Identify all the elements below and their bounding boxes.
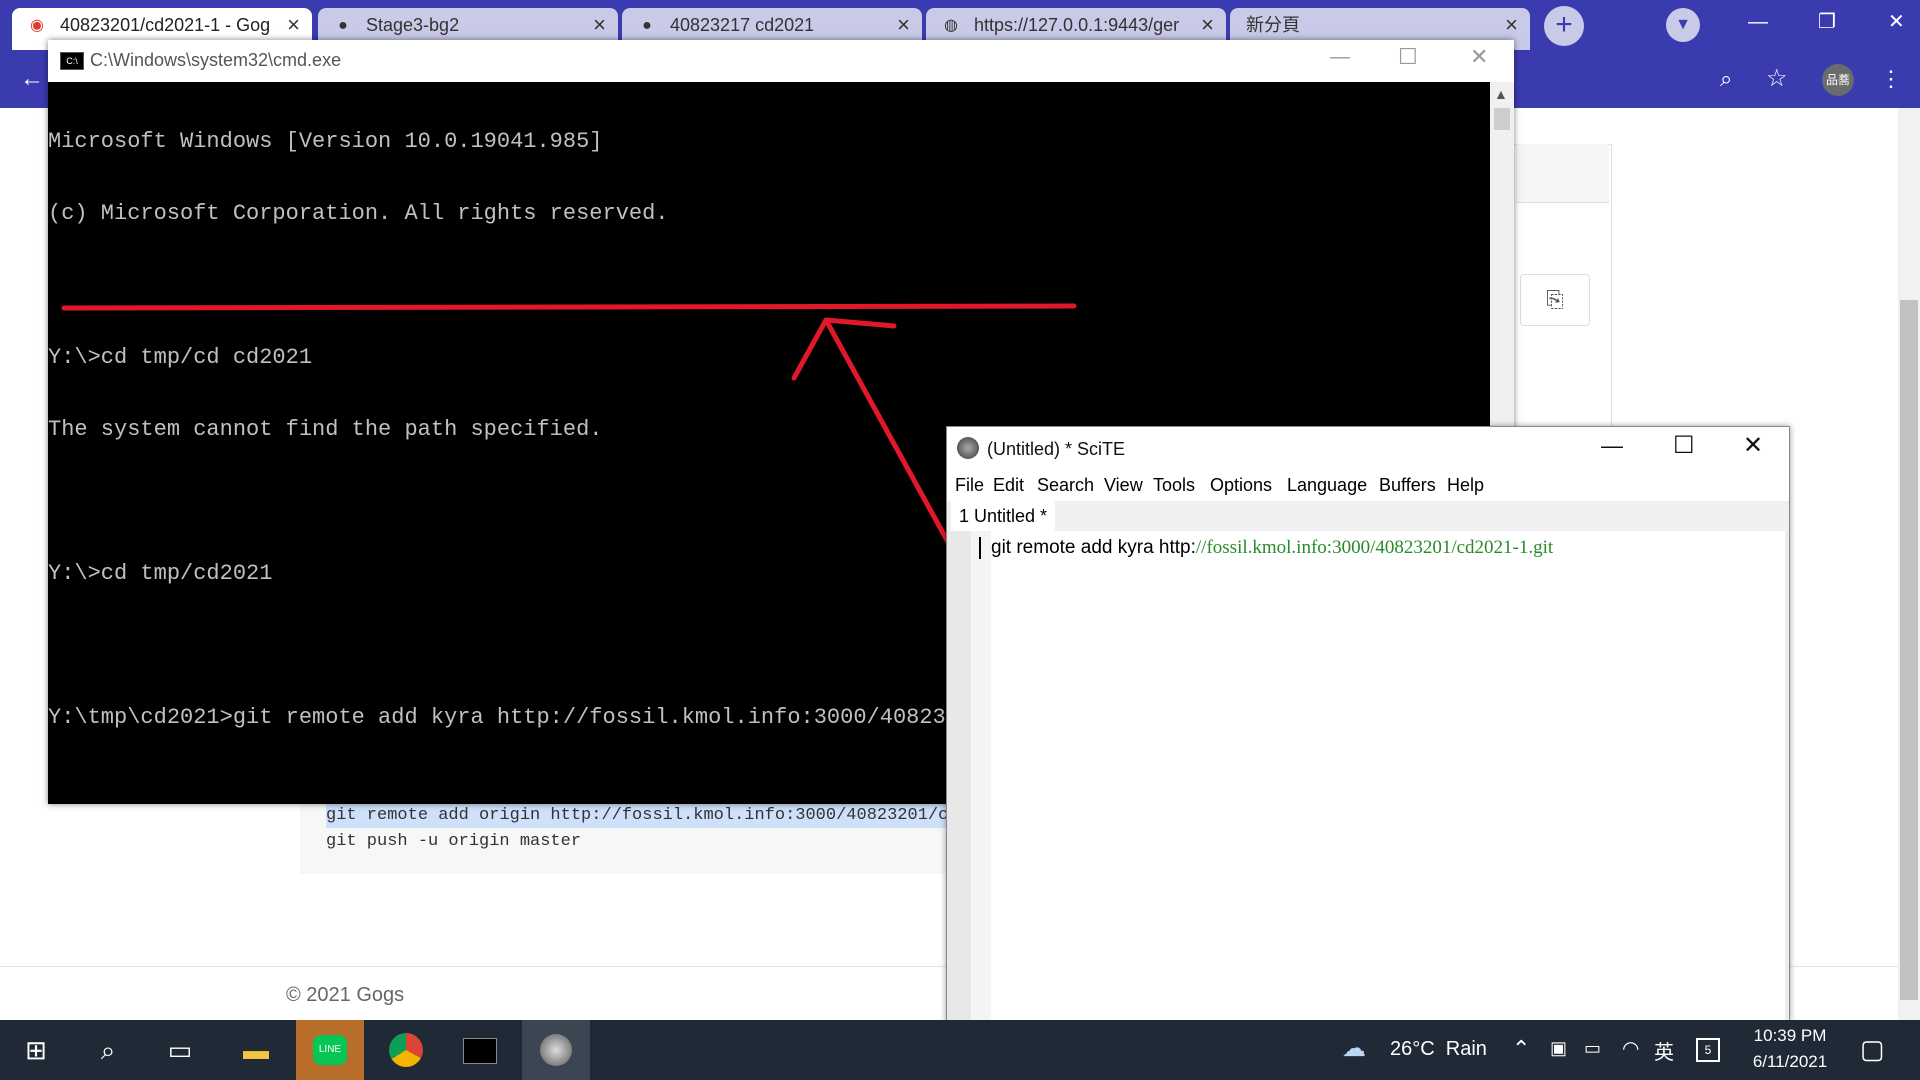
minimize-icon[interactable]: —: [1601, 433, 1623, 459]
scite-buffer-tabs: 1 Untitled *: [947, 501, 1789, 531]
scite-title: (Untitled) * SciTE: [987, 439, 1126, 459]
taskbar: ⊞ ⌕ ▭ ▬ LINE ☁ 26°C Rain ⌃ ▣ ▭ ◠ 英 5 10:…: [0, 1020, 1920, 1080]
clock-date[interactable]: 6/11/2021: [1740, 1052, 1840, 1072]
menu-tools[interactable]: Tools: [1153, 475, 1195, 496]
menu-file[interactable]: File: [955, 475, 984, 496]
maximize-icon[interactable]: ☐: [1673, 431, 1695, 460]
line-number-margin: [947, 531, 971, 1021]
editor-edge: [1785, 531, 1789, 1021]
weather-cloud-icon[interactable]: ☁: [1342, 1034, 1366, 1063]
code-url: //fossil.kmol.info:3000/40823201/cd2021-…: [1195, 537, 1554, 558]
wifi-icon[interactable]: ◠: [1622, 1036, 1639, 1061]
scite-editor[interactable]: git remote add kyra http://fossil.kmol.i…: [947, 531, 1789, 1021]
task-view-icon[interactable]: ▭: [146, 1020, 214, 1080]
chevron-up-icon[interactable]: ⌃: [1512, 1036, 1530, 1062]
menu-search[interactable]: Search: [1037, 475, 1094, 496]
file-explorer-icon[interactable]: ▬: [222, 1020, 290, 1080]
scite-taskbar-icon[interactable]: [522, 1020, 590, 1080]
menu-view[interactable]: View: [1104, 475, 1143, 496]
scite-menubar: File Edit Search View Tools Options Lang…: [947, 471, 1789, 501]
ime-mode-icon[interactable]: 5: [1696, 1038, 1720, 1062]
annotation-arrow-shaft: [823, 317, 957, 556]
scite-app-icon: [957, 437, 979, 459]
buffer-tab-untitled[interactable]: 1 Untitled *: [951, 501, 1056, 531]
scite-window: (Untitled) * SciTE — ☐ ✕ File Edit Searc…: [946, 426, 1790, 1022]
annotation-underline: [61, 303, 1077, 311]
weather-text[interactable]: 26°C Rain: [1390, 1038, 1487, 1061]
meet-icon[interactable]: ▣: [1550, 1038, 1567, 1059]
text-cursor: [979, 537, 981, 559]
menu-language[interactable]: Language: [1287, 475, 1367, 496]
battery-icon[interactable]: ▭: [1584, 1038, 1601, 1059]
editor-line: git remote add kyra http://fossil.kmol.i…: [991, 535, 1553, 561]
windows-start-icon[interactable]: ⊞: [2, 1020, 70, 1080]
line-app-icon[interactable]: LINE: [296, 1020, 364, 1080]
close-icon[interactable]: ✕: [1743, 431, 1763, 460]
menu-buffers[interactable]: Buffers: [1379, 475, 1436, 496]
menu-help[interactable]: Help: [1447, 475, 1484, 496]
clock-time[interactable]: 10:39 PM: [1740, 1026, 1840, 1046]
search-icon[interactable]: ⌕: [74, 1020, 142, 1080]
menu-options[interactable]: Options: [1210, 475, 1272, 496]
code-text: git remote add kyra http:: [991, 537, 1196, 558]
chrome-icon[interactable]: [372, 1020, 440, 1080]
cmd-taskbar-icon[interactable]: [446, 1020, 514, 1080]
menu-edit[interactable]: Edit: [993, 475, 1024, 496]
notification-icon[interactable]: ▢: [1860, 1034, 1885, 1065]
scite-titlebar[interactable]: (Untitled) * SciTE — ☐ ✕: [947, 427, 1789, 471]
ime-indicator[interactable]: 英: [1654, 1036, 1674, 1065]
fold-margin: [971, 531, 991, 1021]
